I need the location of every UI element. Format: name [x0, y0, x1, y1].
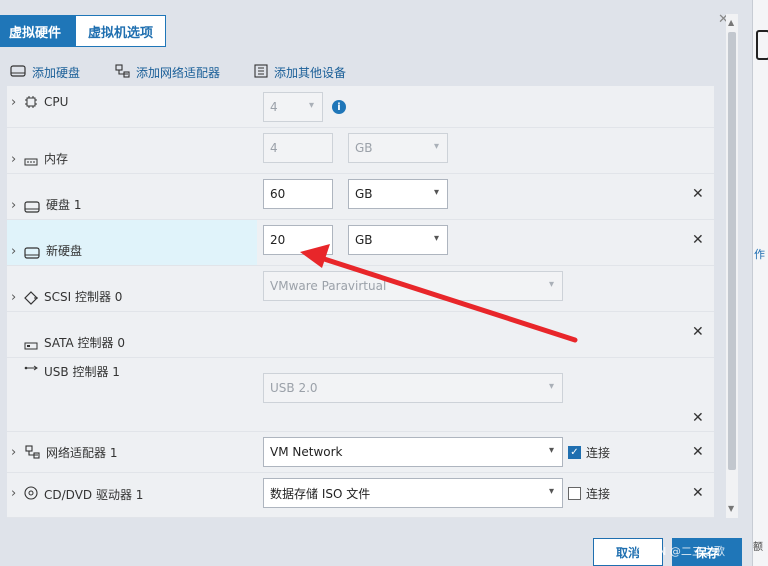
- partial-text-2: 额: [753, 542, 763, 553]
- edit-vm-dialog: ✕ 虚拟硬件 虚拟机选项 添加硬盘 添加网络适配器 添加其他设备 › CPU 4…: [0, 0, 752, 566]
- background-window-edge: 作 额: [752, 0, 768, 566]
- device-icon: [756, 30, 768, 60]
- partial-text: 作: [754, 248, 765, 261]
- annotation-arrow: [300, 244, 578, 343]
